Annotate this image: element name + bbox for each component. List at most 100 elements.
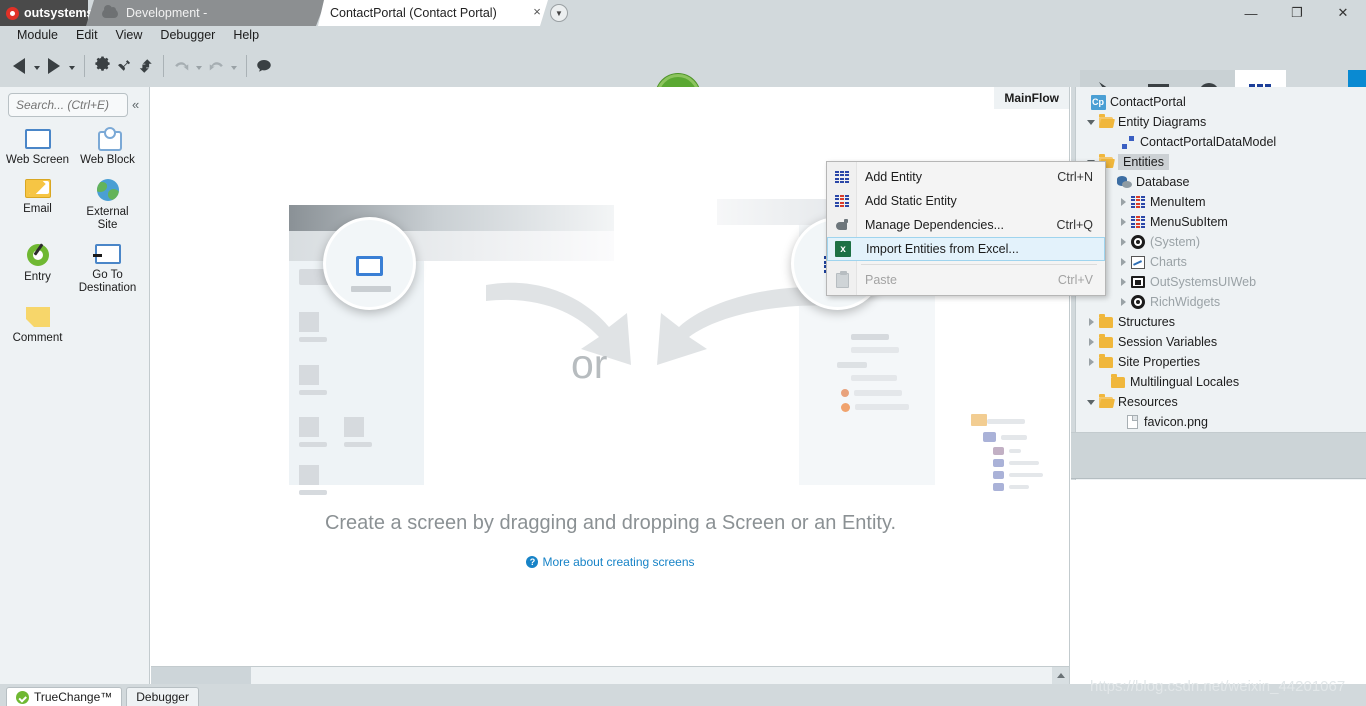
tree-node-multilingual-locales[interactable]: Multilingual Locales <box>1071 372 1366 392</box>
toolbox-item-external-site[interactable]: External Site <box>75 179 140 232</box>
tree-node-favicon[interactable]: favicon.png <box>1071 412 1366 432</box>
tree-twisty[interactable] <box>1085 358 1097 366</box>
canvas-horizontal-scrollbar[interactable] <box>151 667 1070 684</box>
redo-button[interactable] <box>205 51 227 81</box>
folder-icon <box>1109 373 1127 388</box>
status-tab-truechange-label: TrueChange™ <box>34 690 113 704</box>
context-menu: Add Entity Ctrl+N Add Static Entity Mana… <box>826 161 1106 296</box>
context-menu-item-import-entities-from-excel[interactable]: x Import Entities from Excel... <box>827 237 1105 261</box>
mock-folder <box>971 414 987 426</box>
maximize-button[interactable]: ❐ <box>1274 0 1320 26</box>
tree-twisty[interactable] <box>1117 218 1129 226</box>
chevron-down-icon[interactable]: ▼ <box>550 4 568 22</box>
menu-item-help[interactable]: Help <box>224 26 268 44</box>
properties-pane[interactable] <box>1071 433 1366 479</box>
tree-node-session-variables[interactable]: Session Variables <box>1071 332 1366 352</box>
lower-pane[interactable] <box>1071 480 1366 706</box>
tree-node-label: favicon.png <box>1144 415 1208 429</box>
tree-node-system[interactable]: (System) <box>1071 232 1366 252</box>
entity-grid-icon <box>827 171 857 183</box>
toolbox-item-label: Email <box>23 203 52 215</box>
menu-item-debugger[interactable]: Debugger <box>151 26 224 44</box>
collapse-panel-icon[interactable]: « <box>132 97 139 112</box>
context-menu-item-manage-dependencies[interactable]: Manage Dependencies... Ctrl+Q <box>827 213 1105 237</box>
status-tab-truechange[interactable]: TrueChange™ <box>6 687 123 706</box>
tree-node-resources[interactable]: Resources <box>1071 392 1366 412</box>
run-dropdown[interactable] <box>65 51 78 81</box>
close-window-button[interactable]: ✕ <box>1320 0 1366 26</box>
context-menu-item-add-entity[interactable]: Add Entity Ctrl+N <box>827 165 1105 189</box>
tree-node-label: MenuSubItem <box>1150 215 1228 229</box>
tree-twisty[interactable] <box>1117 198 1129 206</box>
tree-node-contactportaldatamodel[interactable]: ContactPortalDataModel <box>1071 132 1366 152</box>
close-tab-icon[interactable]: × <box>530 5 544 19</box>
tree-node-structures[interactable]: Structures <box>1071 312 1366 332</box>
tree-node-label: Entities <box>1118 154 1169 170</box>
triangle-left-icon <box>13 57 25 74</box>
tree-twisty[interactable] <box>1117 238 1129 246</box>
tree-twisty[interactable] <box>1085 119 1097 125</box>
status-tab-debugger[interactable]: Debugger <box>126 687 199 706</box>
tree-node-database[interactable]: Database <box>1071 172 1366 192</box>
mock-bar <box>854 390 902 396</box>
menu-item-edit[interactable]: Edit <box>67 26 107 44</box>
search-input[interactable] <box>16 98 120 112</box>
tree-node-site-properties[interactable]: Site Properties <box>1071 352 1366 372</box>
status-tab-debugger-label: Debugger <box>136 690 189 704</box>
extend-button[interactable] <box>113 51 135 81</box>
comment-button[interactable] <box>253 51 275 81</box>
window-tab-contactportal[interactable]: ContactPortal (Contact Portal) <box>318 0 548 26</box>
application-window: outsystems Development - ContactPortal (… <box>0 0 1366 706</box>
scroll-up-button[interactable] <box>1052 667 1069 684</box>
publish-button[interactable] <box>135 51 157 81</box>
tree-node-charts[interactable]: Charts <box>1071 252 1366 272</box>
tree-node-menuitem[interactable]: MenuItem <box>1071 192 1366 212</box>
redo-dropdown[interactable] <box>227 51 240 81</box>
undo-dropdown[interactable] <box>192 51 205 81</box>
tree-node-contactportal[interactable]: Cp ContactPortal <box>1071 92 1366 112</box>
tree-node-outsystemsuiweb[interactable]: OutSystemsUIWeb <box>1071 272 1366 292</box>
tree-node-entity-diagrams[interactable]: Entity Diagrams <box>1071 112 1366 132</box>
minimize-button[interactable]: — <box>1228 0 1274 26</box>
menu-item-view[interactable]: View <box>107 26 152 44</box>
back-button[interactable] <box>8 51 30 81</box>
toolbox-item-web-screen[interactable]: Web Screen <box>5 129 70 167</box>
diagram-icon <box>1119 135 1137 149</box>
run-button[interactable] <box>43 51 65 81</box>
watermark-text: https://blog.csdn.net/weixin_44201067 <box>1090 678 1346 695</box>
toolbox-item-entry[interactable]: Entry <box>5 244 70 295</box>
triangle-right-icon <box>48 57 60 74</box>
tree-twisty[interactable] <box>1117 298 1129 306</box>
toolbox-item-web-block[interactable]: Web Block <box>75 127 140 167</box>
toolbox-item-go-to-destination[interactable]: Go To Destination <box>75 244 140 295</box>
mock-bar <box>1001 435 1027 440</box>
tree-twisty[interactable] <box>1085 399 1097 405</box>
more-about-creating-screens-link[interactable]: ? More about creating screens <box>151 555 1069 569</box>
undo-button[interactable] <box>170 51 192 81</box>
menu-item-module[interactable]: Module <box>8 26 67 44</box>
tree-node-menusubitem[interactable]: MenuSubItem <box>1071 212 1366 232</box>
context-menu-item-add-static-entity[interactable]: Add Static Entity <box>827 189 1105 213</box>
tree-node-richwidgets[interactable]: RichWidgets <box>1071 292 1366 312</box>
tree-twisty[interactable] <box>1085 318 1097 326</box>
toolbox-item-comment[interactable]: Comment <box>5 307 70 345</box>
tree-twisty[interactable] <box>1117 278 1129 286</box>
publish-arrows-icon <box>139 58 152 73</box>
back-dropdown[interactable] <box>30 51 43 81</box>
go-to-destination-icon <box>92 244 121 264</box>
toolbox-item-email[interactable]: Email <box>5 179 70 232</box>
toolbox-search[interactable] <box>8 93 128 117</box>
cloud-icon <box>102 9 118 18</box>
window-tab-development[interactable]: Development - <box>86 0 326 26</box>
mock-bar <box>993 471 1004 479</box>
outsystems-logo[interactable]: outsystems <box>0 0 93 26</box>
scrollbar-thumb[interactable] <box>151 667 251 684</box>
tree-twisty[interactable] <box>1085 338 1097 346</box>
caret-right-icon <box>1120 258 1126 266</box>
tree-node-entities[interactable]: Entities <box>1071 152 1366 172</box>
static-entity-grid-icon <box>827 195 857 207</box>
main-toolbar: 1 Processes Interface Logic <box>0 44 1366 131</box>
tree-twisty[interactable] <box>1117 258 1129 266</box>
caret-down-icon <box>1087 399 1095 405</box>
settings-button[interactable] <box>91 51 113 81</box>
